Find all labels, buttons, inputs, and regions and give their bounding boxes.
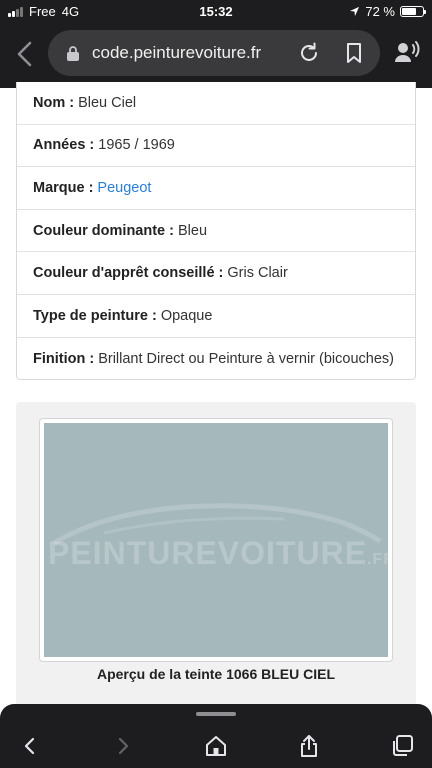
battery-percent: 72 % (365, 4, 395, 19)
row-label: Marque : (33, 179, 94, 196)
battery-icon (400, 6, 426, 17)
row-value: Gris Clair (227, 265, 288, 282)
info-row-finish: Finition : Brillant Direct ou Peinture à … (17, 338, 415, 381)
info-row-dominant-color: Couleur dominante : Bleu (17, 210, 415, 253)
tabs-icon[interactable] (390, 734, 414, 758)
address-bar[interactable]: code.peinturevoiture.fr (48, 30, 380, 76)
info-row-paint-type: Type de peinture : Opaque (17, 295, 415, 338)
back-icon[interactable] (12, 38, 38, 70)
row-label: Couleur dominante : (33, 222, 174, 239)
lock-icon (67, 46, 79, 61)
row-value: Brillant Direct ou Peinture à vernir (bi… (98, 350, 394, 367)
row-label: Années : (33, 137, 95, 154)
brand-link[interactable]: Peugeot (97, 180, 151, 196)
browser-bar: code.peinturevoiture.fr (0, 24, 432, 88)
status-right: 72 % (349, 4, 426, 19)
swatch-frame: PEINTUREVOITURE.FR (39, 418, 393, 662)
paint-info-table: Nom : Bleu Ciel Années :1965 / 1969 Marqu… (16, 82, 416, 380)
row-value: 1965 / 1969 (98, 137, 175, 154)
row-label: Type de peinture : (33, 307, 157, 324)
status-bar: Free 4G 15:32 72 % (0, 0, 432, 24)
info-row-brand: Marque : Peugeot (17, 167, 415, 210)
grabber-handle[interactable] (196, 712, 236, 716)
row-value: Bleu (177, 222, 208, 239)
battery-fill (402, 8, 417, 15)
bookmark-icon[interactable] (344, 42, 364, 64)
row-label: Couleur d'apprêt conseillé : (33, 265, 224, 282)
reload-icon[interactable] (298, 42, 320, 64)
location-icon (350, 6, 360, 17)
back-icon[interactable] (18, 734, 42, 758)
watermark-logo: PEINTUREVOITURE.FR (48, 535, 388, 571)
url-text[interactable]: code.peinturevoiture.fr (92, 43, 261, 63)
forward-icon[interactable] (111, 734, 135, 758)
info-row-primer: Couleur d'apprêt conseillé : Gris Clair (17, 252, 415, 295)
row-value: Bleu Ciel (78, 94, 137, 111)
preview-caption: Aperçu de la teinte 1066 BLEU CIEL (96, 666, 336, 682)
info-row-years: Années :1965 / 1969 (17, 125, 415, 168)
row-label: Finition : (33, 350, 95, 367)
row-value: Opaque (160, 307, 213, 324)
share-icon[interactable] (297, 734, 321, 758)
color-preview-panel: PEINTUREVOITURE.FR Aperçu de la teinte 1… (16, 402, 416, 722)
reader-icon[interactable] (394, 40, 420, 64)
home-icon[interactable] (204, 734, 228, 758)
color-swatch: PEINTUREVOITURE.FR (44, 423, 388, 657)
info-row-name: Nom : Bleu Ciel (17, 82, 415, 125)
bottom-toolbar (0, 704, 432, 768)
row-label: Nom : (33, 94, 75, 111)
